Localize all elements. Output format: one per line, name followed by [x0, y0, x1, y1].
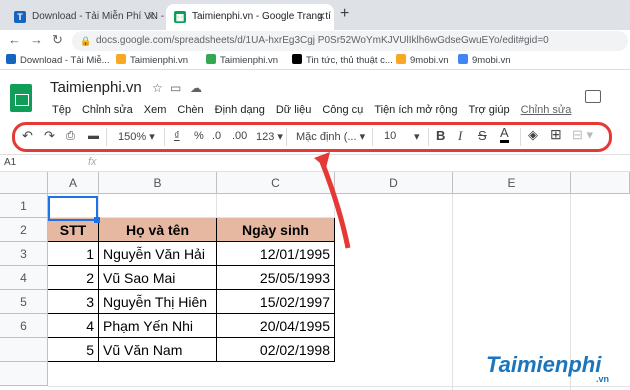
- table-cell[interactable]: 4: [48, 314, 99, 338]
- cell[interactable]: [99, 194, 217, 218]
- table-cell[interactable]: 20/04/1995: [217, 314, 335, 338]
- cloud-status-icon: ☁: [190, 81, 202, 95]
- reload-icon[interactable]: ↻: [52, 32, 63, 48]
- row-header[interactable]: 3: [0, 242, 48, 266]
- menu-item[interactable]: Dữ liệu: [276, 104, 312, 116]
- row-header[interactable]: 6: [0, 314, 48, 338]
- bookmark-favicon-icon: [116, 54, 126, 64]
- lock-icon: 🔒: [80, 36, 92, 46]
- bookmark-item[interactable]: Taimienphi.vn: [116, 54, 188, 66]
- header-cell-name[interactable]: Họ và tên: [99, 218, 217, 242]
- back-icon[interactable]: ←: [8, 32, 21, 47]
- url-text: docs.google.com/spreadsheets/d/1UA-hxrEg…: [96, 35, 549, 46]
- close-icon[interactable]: ✕: [147, 4, 156, 30]
- bookmark-item[interactable]: Tin tức, thủ thuật c...: [292, 54, 393, 66]
- doc-title[interactable]: Taimienphi.vn: [50, 79, 142, 96]
- selected-cell-a1[interactable]: [48, 196, 100, 223]
- star-icon[interactable]: ☆: [152, 81, 163, 95]
- menu-item[interactable]: Tiện ích mở rộng: [374, 104, 457, 116]
- menu-item[interactable]: Xem: [144, 104, 167, 116]
- table-cell[interactable]: 5: [48, 338, 99, 362]
- row-header[interactable]: 2: [0, 218, 48, 242]
- select-all-corner[interactable]: [0, 172, 48, 194]
- sheets-favicon-icon: ▦: [174, 11, 186, 23]
- bookmark-favicon-icon: [396, 54, 406, 64]
- bookmark-item[interactable]: Download - Tải Miễ...: [6, 54, 110, 66]
- bookmark-favicon-icon: [6, 54, 16, 64]
- column-header[interactable]: B: [99, 172, 217, 194]
- menu-item[interactable]: Chỉnh sửa: [82, 104, 133, 116]
- row-header[interactable]: [0, 338, 48, 362]
- new-tab-icon[interactable]: +: [340, 5, 349, 23]
- table-cell[interactable]: Phạm Yến Nhi: [99, 314, 217, 338]
- red-arrow-annotation: [314, 152, 351, 249]
- bookmark-item[interactable]: 9mobi.vn: [396, 54, 449, 66]
- row-header[interactable]: [0, 362, 48, 386]
- table-cell[interactable]: 3: [48, 290, 99, 314]
- forward-icon[interactable]: →: [30, 32, 43, 47]
- bookmark-favicon-icon: [458, 54, 468, 64]
- tab-label: Taimienphi.vn - Google Trang tí: [192, 11, 331, 22]
- grid-line: [48, 386, 630, 387]
- bookmark-favicon-icon: [292, 54, 302, 64]
- sheets-header: Taimienphi.vn ☆ ▭ ☁ Tệp Chỉnh sửa Xem Chèn Đ…: [0, 70, 630, 120]
- table-cell[interactable]: Nguyễn Thị Hiên: [99, 290, 217, 314]
- sheets-logo-icon[interactable]: [10, 84, 32, 112]
- column-header-empty[interactable]: [571, 172, 630, 194]
- close-icon[interactable]: ✕: [317, 4, 326, 30]
- fx-icon: fx: [88, 156, 97, 168]
- column-header[interactable]: E: [453, 172, 571, 194]
- table-cell[interactable]: 02/02/1998: [217, 338, 335, 362]
- arrow-shaft: [319, 161, 351, 249]
- watermark-logo: Taimienphi .vn: [486, 352, 609, 384]
- menu-item[interactable]: Định dạng: [215, 104, 265, 116]
- tab-sheets[interactable]: ▦ Taimienphi.vn - Google Trang tí ✕: [166, 4, 334, 30]
- watermark-suffix: .vn: [596, 374, 610, 384]
- comment-history-icon[interactable]: [585, 90, 601, 103]
- table-cell[interactable]: 25/05/1993: [217, 266, 335, 290]
- menu-item[interactable]: Tệp: [52, 104, 71, 116]
- row-header[interactable]: 4: [0, 266, 48, 290]
- header-cell-stt[interactable]: STT: [48, 218, 99, 242]
- bookmark-label: 9mobi.vn: [410, 55, 449, 66]
- table-cell[interactable]: 15/02/1997: [217, 290, 335, 314]
- tab-strip: T Download - Tải Miễn Phí VN - Ph ✕ ▦ Ta…: [0, 0, 630, 30]
- bookmarks-bar: Download - Tải Miễ... Taimienphi.vn Taim…: [0, 52, 630, 70]
- column-header[interactable]: A: [48, 172, 99, 194]
- bookmark-favicon-icon: [206, 54, 216, 64]
- address-bar-row: ← → ↻ 🔒 docs.google.com/spreadsheets/d/1…: [0, 30, 630, 52]
- table-cell[interactable]: 2: [48, 266, 99, 290]
- bookmark-item[interactable]: Taimienphi.vn: [206, 54, 278, 66]
- bookmark-item[interactable]: 9mobi.vn: [458, 54, 511, 66]
- bookmark-label: Download - Tải Miễ...: [20, 55, 110, 66]
- tab-download[interactable]: T Download - Tải Miễn Phí VN - Ph ✕: [6, 4, 164, 30]
- name-box[interactable]: A1: [4, 157, 16, 168]
- table-cell[interactable]: Vũ Sao Mai: [99, 266, 217, 290]
- bookmark-label: Tin tức, thủ thuật c...: [306, 55, 393, 66]
- table-cell[interactable]: 1: [48, 242, 99, 266]
- menu-item[interactable]: Trợ giúp: [469, 104, 510, 116]
- row-header[interactable]: 1: [0, 194, 48, 218]
- menu-item[interactable]: Chèn: [177, 104, 203, 116]
- grid-line: [452, 194, 453, 390]
- row-header[interactable]: 5: [0, 290, 48, 314]
- menu-bar: Tệp Chỉnh sửa Xem Chèn Định dạng Dữ liệu Công …: [52, 104, 582, 116]
- table-cell[interactable]: Nguyễn Văn Hải: [99, 242, 217, 266]
- table-cell[interactable]: Vũ Văn Nam: [99, 338, 217, 362]
- bookmark-label: Taimienphi.vn: [130, 55, 189, 66]
- bookmark-label: Taimienphi.vn: [220, 55, 279, 66]
- watermark-text: Taimienphi: [486, 352, 602, 377]
- t-favicon-icon: T: [14, 11, 26, 23]
- url-field[interactable]: 🔒 docs.google.com/spreadsheets/d/1UA-hxr…: [72, 31, 628, 51]
- last-edit-link[interactable]: Chỉnh sửa: [521, 104, 572, 116]
- tab-label: Download - Tải Miễn Phí VN - Ph: [32, 11, 164, 22]
- menu-item[interactable]: Công cụ: [322, 104, 363, 116]
- bookmark-label: 9mobi.vn: [472, 55, 511, 66]
- move-folder-icon[interactable]: ▭: [170, 81, 181, 95]
